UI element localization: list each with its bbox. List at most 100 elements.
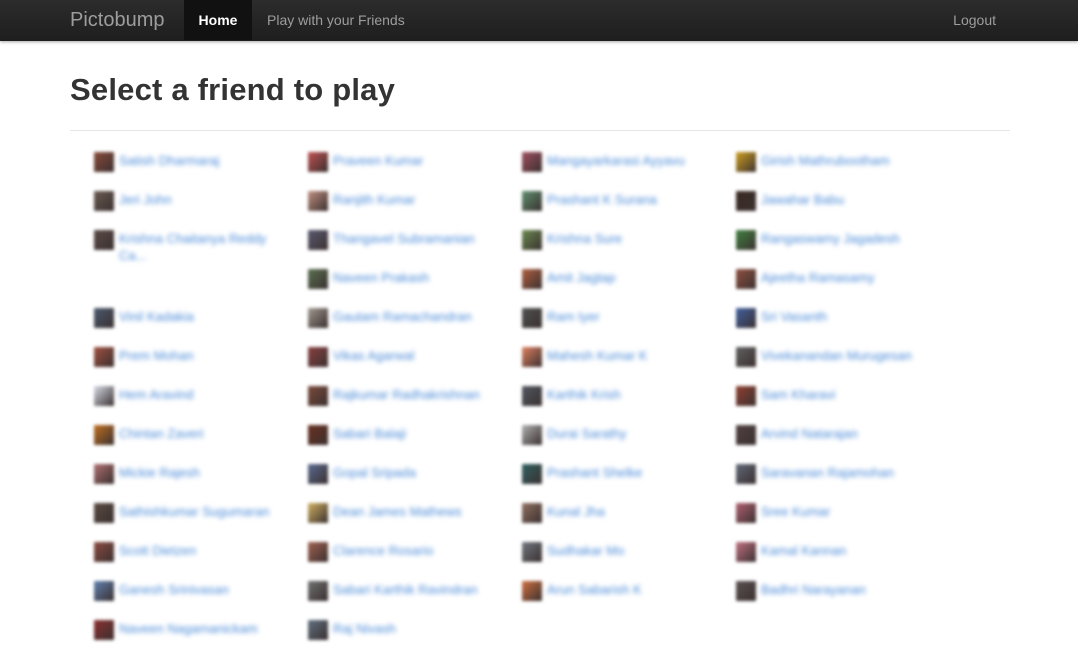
friend-item[interactable]: Arun Sabarish K [522, 579, 642, 601]
friend-item[interactable]: Thangavel Subramanian [308, 228, 475, 250]
friend-item[interactable]: Girish Mathrubootham [736, 150, 890, 172]
friend-item[interactable]: Sudhakar Mo [522, 540, 624, 562]
friend-avatar [522, 425, 542, 445]
friend-item[interactable]: Krishna Sure [522, 228, 622, 250]
friend-name: Dean James Mathews [333, 504, 462, 519]
friend-item[interactable]: Krishna Chaitanya Reddy Ca... [94, 228, 294, 264]
friend-item[interactable]: Badhri Narayanan [736, 579, 866, 601]
friend-item[interactable]: Durai Sarathy [522, 423, 626, 445]
friend-item[interactable]: Arvind Natarajan [736, 423, 858, 445]
friend-item[interactable]: Mahesh Kumar K [522, 345, 647, 367]
friend-item[interactable]: Vinil Kadakia [94, 306, 194, 328]
friend-item[interactable]: Rajkumar Radhakrishnan [308, 384, 480, 406]
friend-name: Clarence Rosario [333, 543, 434, 558]
friend-item[interactable]: Rangaswamy Jagadesh [736, 228, 900, 250]
friend-item[interactable]: Naveen Nagamanickam [94, 618, 258, 640]
friend-name: Scott Dietzen [119, 543, 197, 558]
friend-item[interactable]: Kunal Jha [522, 501, 605, 523]
brand-logo[interactable]: Pictobump [70, 0, 165, 40]
friend-avatar [736, 152, 756, 172]
friend-item[interactable]: Amit Jagtap [522, 267, 616, 289]
top-navbar: Pictobump Home Play with your Friends Lo… [0, 0, 1078, 41]
friend-avatar [308, 308, 328, 328]
friend-name: Gopal Sripada [333, 465, 417, 480]
friend-item[interactable]: Prashant Shelke [522, 462, 642, 484]
friend-item[interactable]: Prem Mohan [94, 345, 193, 367]
friend-avatar [308, 152, 328, 172]
friend-avatar [308, 620, 328, 640]
friend-item[interactable]: Hem Aravind [94, 384, 193, 406]
friend-avatar [94, 152, 114, 172]
friend-item[interactable]: Sree Kumar [736, 501, 830, 523]
friend-item[interactable]: Sam Kharavi [736, 384, 835, 406]
nav-play-with-friends[interactable]: Play with your Friends [267, 0, 405, 40]
friend-name: Sabari Karthik Ravindran [333, 582, 478, 597]
friend-name: Krishna Chaitanya Reddy Ca... [119, 231, 267, 263]
friend-name: Saravanan Rajamohan [761, 465, 894, 480]
friend-item[interactable]: Ram Iyer [522, 306, 600, 328]
friend-item[interactable]: Gopal Sripada [308, 462, 416, 484]
friend-item[interactable]: Sri Vasanth [736, 306, 827, 328]
friend-avatar [308, 191, 328, 211]
friend-name: Hem Aravind [119, 387, 194, 402]
friend-avatar [94, 503, 114, 523]
friend-name: Arun Sabarish K [547, 582, 642, 597]
friend-item[interactable]: Gautam Ramachandran [308, 306, 472, 328]
friend-avatar [736, 191, 756, 211]
friend-name: Thangavel Subramanian [333, 231, 475, 246]
friend-item[interactable]: Scott Dietzen [94, 540, 196, 562]
friend-item[interactable]: Saravanan Rajamohan [736, 462, 894, 484]
friend-item[interactable]: Kamal Kannan [736, 540, 846, 562]
friend-avatar [736, 581, 756, 601]
friend-avatar [308, 542, 328, 562]
friend-item[interactable]: Mangayarkarasi Ayyavu [522, 150, 685, 172]
friend-avatar [94, 386, 114, 406]
nav-home[interactable]: Home [184, 0, 252, 40]
friend-item[interactable]: Vivekanandan Murugesan [736, 345, 912, 367]
friend-name: Mahesh Kumar K [547, 348, 648, 363]
friend-avatar [736, 230, 756, 250]
friend-item[interactable]: Sabari Balaji [308, 423, 406, 445]
friend-item[interactable]: Chintan Zaveri [94, 423, 204, 445]
friend-avatar [94, 230, 114, 250]
friend-item[interactable]: Naveen Prakash [308, 267, 429, 289]
friend-item[interactable]: Sathishkumar Sugumaran [94, 501, 269, 523]
friend-avatar [522, 230, 542, 250]
friend-avatar [308, 347, 328, 367]
friend-item[interactable]: Jeri John [94, 189, 172, 211]
friend-name: Vivekanandan Murugesan [761, 348, 912, 363]
friend-name: Jawahar Babu [761, 192, 845, 207]
friend-item[interactable]: Sabari Karthik Ravindran [308, 579, 478, 601]
friend-item[interactable]: Praveen Kumar [308, 150, 423, 172]
friend-avatar [522, 347, 542, 367]
friend-avatar [94, 581, 114, 601]
friend-item[interactable]: Satish Dharmaraj [94, 150, 219, 172]
friend-item[interactable]: Karthik Krish [522, 384, 621, 406]
friend-avatar [94, 347, 114, 367]
friend-avatar [736, 425, 756, 445]
friend-name: Arvind Natarajan [761, 426, 858, 441]
friend-item[interactable]: Ranjith Kumar [308, 189, 415, 211]
friend-name: Krishna Sure [547, 231, 623, 246]
friend-item[interactable]: Mickie Rajesh [94, 462, 200, 484]
friend-avatar [308, 230, 328, 250]
friend-avatar [522, 464, 542, 484]
friend-avatar [736, 542, 756, 562]
logout-link[interactable]: Logout [953, 0, 996, 40]
friend-item[interactable]: Clarence Rosario [308, 540, 433, 562]
friend-name: Gautam Ramachandran [333, 309, 472, 324]
friend-item[interactable]: Ajeetha Ramasamy [736, 267, 874, 289]
friend-name: Badhri Narayanan [761, 582, 866, 597]
friend-name: Vinil Kadakia [119, 309, 194, 324]
friend-name: Raj Nivash [333, 621, 396, 636]
friend-avatar [522, 191, 542, 211]
friend-avatar [94, 308, 114, 328]
friend-item[interactable]: Raj Nivash [308, 618, 396, 640]
friend-item[interactable]: Jawahar Babu [736, 189, 844, 211]
friend-name: Kamal Kannan [761, 543, 847, 558]
friend-item[interactable]: Vikas Agarwal [308, 345, 414, 367]
friend-item[interactable]: Prashant K Surana [522, 189, 657, 211]
friend-item[interactable]: Dean James Mathews [308, 501, 462, 523]
friend-avatar [736, 503, 756, 523]
friend-item[interactable]: Ganesh Srinivasan [94, 579, 229, 601]
